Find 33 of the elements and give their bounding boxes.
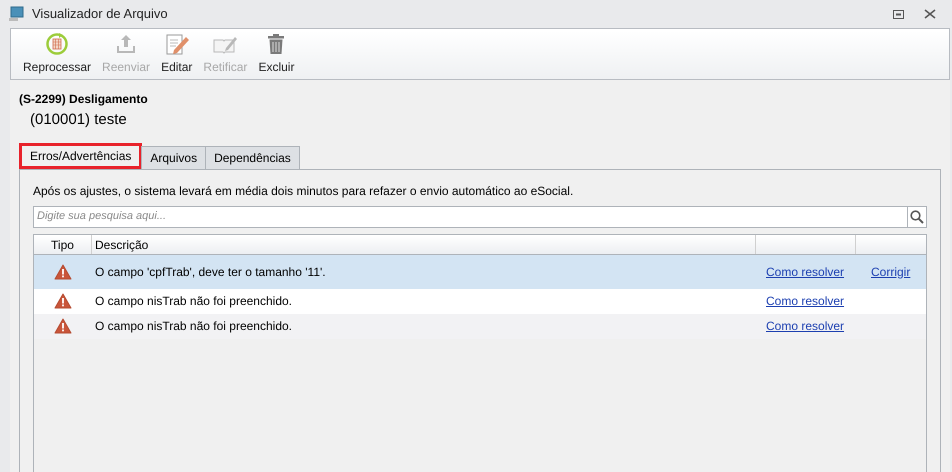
window-title: Visualizador de Arquivo: [32, 5, 168, 24]
search-button[interactable]: [907, 206, 927, 228]
toolbar-button[interactable]: Reprocessar: [18, 32, 96, 76]
monitor-icon: [8, 6, 24, 22]
search-field[interactable]: Digite sua pesquisa aqui...: [33, 206, 907, 228]
column-header: Tipo: [34, 234, 92, 254]
search-icon: [910, 210, 924, 224]
warning-icon: [54, 293, 72, 309]
table-row[interactable]: O campo 'cpfTrab', deve ter o tamanho '11'. Como resolver Corrigir: [34, 254, 926, 288]
tab[interactable]: Dependências: [205, 146, 300, 168]
restore-icon: [892, 10, 904, 18]
event-title: (S-2299) Desligamento: [19, 91, 149, 108]
calculator-refresh-icon: [45, 32, 70, 56]
table-row[interactable]: O campo nisTrab não foi preenchido. Como resolver: [34, 314, 926, 338]
fix-link[interactable]: Corrigir: [871, 262, 910, 280]
help-link[interactable]: Como resolver: [766, 262, 844, 280]
tab[interactable]: Arquivos: [141, 146, 206, 168]
document-pencil-icon: [164, 32, 190, 56]
table-cell-text: O campo nisTrab não foi preenchido.: [94, 318, 293, 335]
notice-text: Após os ajustes, o sistema levará em média dois minutos para refazer o envio automático ao eSocial.: [33, 182, 574, 200]
table-cell-text: O campo 'cpfTrab', deve ter o tamanho '11'.: [94, 264, 327, 280]
table-cell-text: O campo nisTrab não foi preenchido.: [94, 293, 293, 310]
column-header: Descrição: [92, 234, 756, 254]
help-link[interactable]: Como resolver: [766, 317, 844, 335]
warning-icon: [54, 264, 72, 280]
help-link[interactable]: Como resolver: [766, 292, 844, 310]
warning-icon: [54, 318, 72, 334]
toolbar-button[interactable]: Editar: [156, 32, 198, 76]
close-icon: [924, 9, 936, 19]
table-row[interactable]: O campo nisTrab não foi preenchido. Como resolver: [34, 288, 926, 314]
tab[interactable]: Erros/Advertências: [19, 142, 142, 168]
toolbar-button[interactable]: Excluir: [253, 32, 300, 76]
event-subtitle: (010001) teste: [30, 110, 128, 130]
